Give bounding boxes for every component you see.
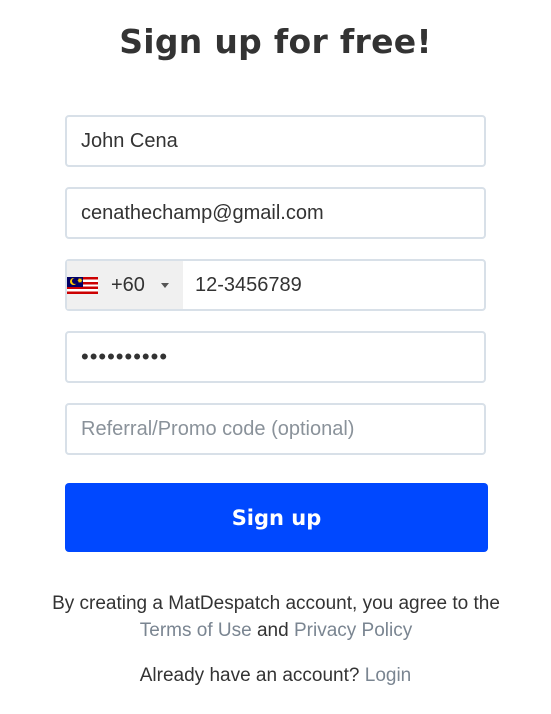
dial-code: +60 <box>111 273 145 296</box>
phone-number-value[interactable]: 12-3456789 <box>183 274 484 297</box>
login-prompt-line: Already have an account? Login <box>0 665 551 687</box>
login-link[interactable]: Login <box>365 665 412 686</box>
sign-up-button[interactable]: Sign up <box>65 483 488 552</box>
email-value[interactable]: cenathechamp@gmail.com <box>81 202 324 225</box>
promo-code-field[interactable] <box>65 403 486 455</box>
terms-notice: By creating a MatDespatch account, you a… <box>40 590 512 644</box>
promo-code-input[interactable] <box>81 417 470 441</box>
email-field[interactable]: cenathechamp@gmail.com <box>65 187 486 239</box>
malaysia-flag-icon: ✸ <box>67 276 98 294</box>
terms-of-use-link[interactable]: Terms of Use <box>140 620 252 641</box>
login-prompt: Already have an account? <box>139 665 360 686</box>
country-code-selector[interactable]: ✸ +60 <box>67 261 183 309</box>
name-field[interactable]: John Cena <box>65 115 486 167</box>
password-value[interactable]: •••••••••• <box>81 344 168 370</box>
signup-page: Sign up for free! John Cena cenathechamp… <box>0 0 551 714</box>
password-field[interactable]: •••••••••• <box>65 331 486 383</box>
caret-down-icon <box>160 282 169 288</box>
terms-and: and <box>256 620 289 641</box>
phone-field[interactable]: ✸ +60 12-3456789 <box>65 259 486 311</box>
privacy-policy-link[interactable]: Privacy Policy <box>294 620 412 641</box>
name-value[interactable]: John Cena <box>81 130 178 153</box>
terms-prefix: By creating a MatDespatch account, you a… <box>52 593 500 614</box>
page-title: Sign up for free! <box>119 22 432 61</box>
